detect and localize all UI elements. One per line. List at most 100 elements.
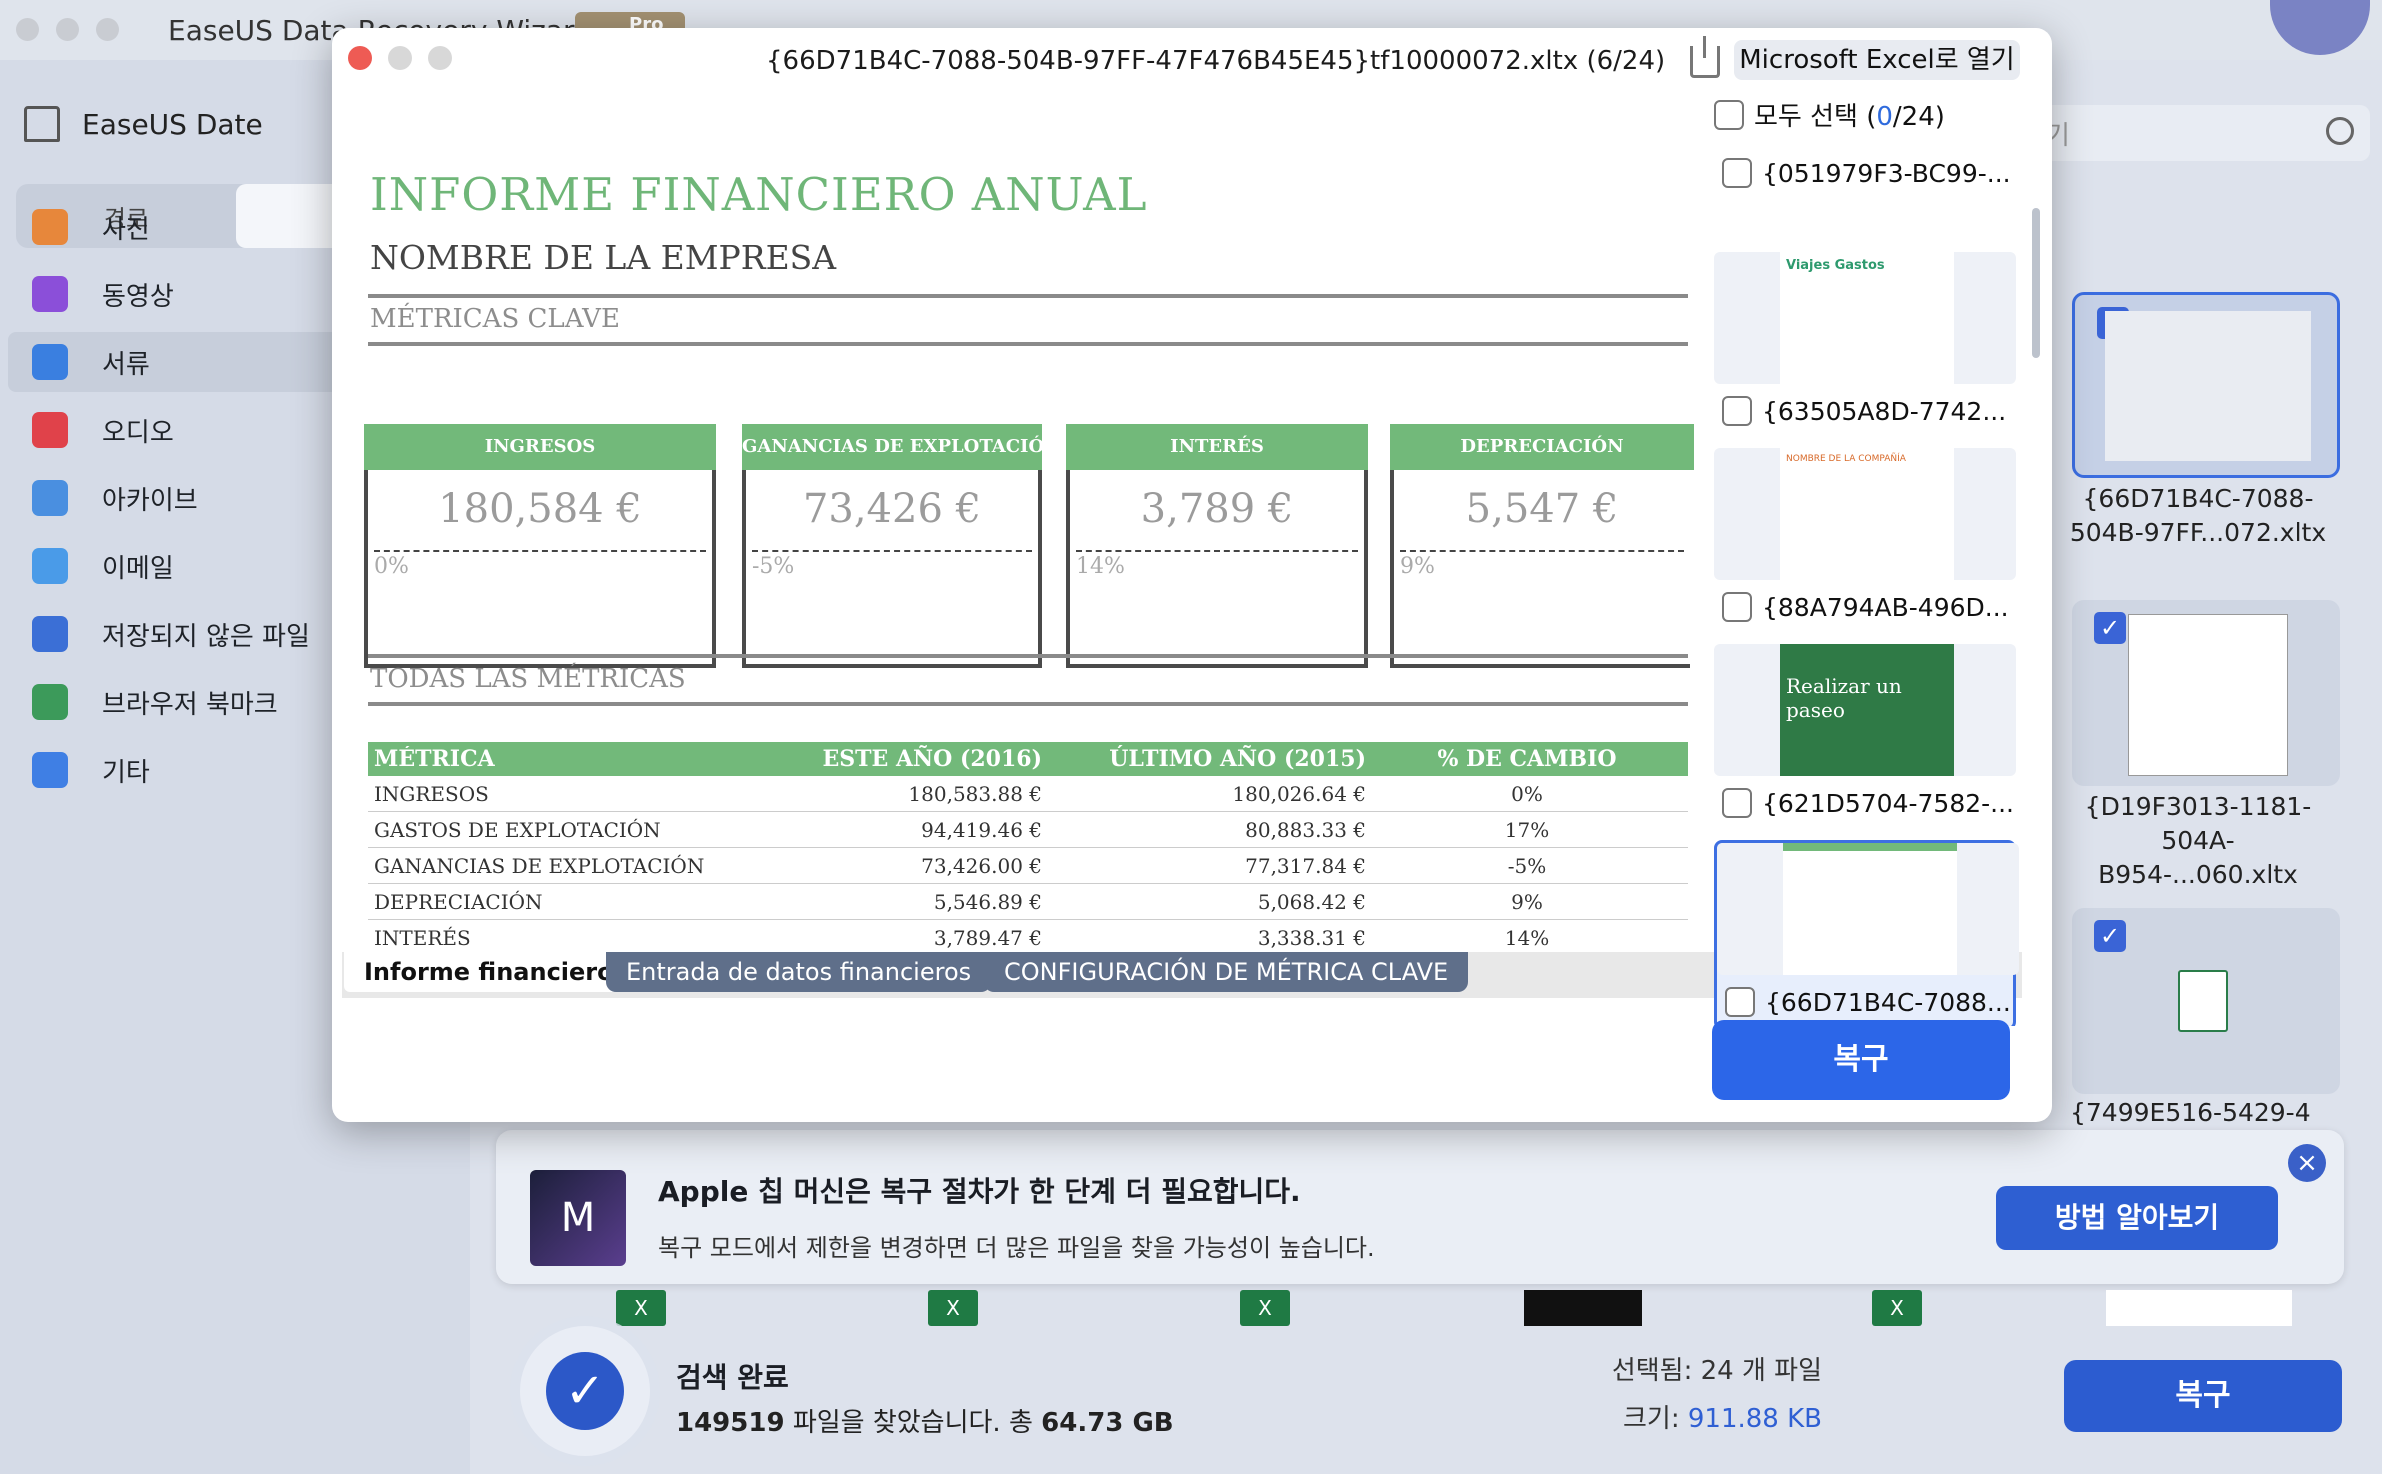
table-cell: -5% (1507, 853, 1547, 878)
thumbnail-item[interactable]: Realizar un paseo {621D5704-7582-... (1714, 644, 2016, 834)
sheet-tab[interactable]: Entrada de datos financieros (606, 952, 992, 992)
thumbnail-checkbox[interactable] (1722, 788, 1752, 818)
checked-icon[interactable]: ✓ (2094, 612, 2126, 644)
file-tile-name: {7499E516-5429-4 (2070, 1098, 2311, 1127)
status-footer: ✓ 검색 완료 149519 파일을 찾았습니다. 총 64.73 GB 선택됨… (470, 1326, 2382, 1474)
thumbnail-label[interactable]: {051979F3-BC99-... (1722, 158, 2011, 188)
thumbnail-label[interactable]: {63505A8D-7742... (1722, 396, 2006, 426)
document-thumbnail (2106, 1290, 2292, 1326)
divider (374, 550, 706, 552)
file-tile[interactable]: ✓ (2072, 600, 2340, 786)
scan-summary: 149519 파일을 찾았습니다. 총 64.73 GB (676, 1402, 1174, 1439)
category-label: 이메일 (102, 553, 174, 584)
excel-icon: X (616, 1290, 666, 1326)
category-icon (32, 480, 68, 516)
file-tile[interactable]: ✓ (2072, 908, 2340, 1094)
divider (368, 654, 1688, 658)
all-metrics-heading: TODAS LAS MÉTRICAS (370, 664, 686, 694)
modal-recover-button[interactable]: 복구 (1712, 1020, 2010, 1100)
thumbnail-preview-text: NOMBRE DE LA COMPAÑÍA (1780, 448, 1954, 580)
category-label: 기타 (102, 757, 150, 788)
modal-minimize-button[interactable] (388, 46, 412, 70)
mascot-icon[interactable] (2270, 0, 2370, 55)
table-cell: 14% (1504, 925, 1550, 950)
select-all-checkbox[interactable] (1714, 99, 1744, 130)
file-tile[interactable]: ✓ (2072, 292, 2340, 478)
thumbnail-checkbox[interactable] (1722, 592, 1752, 622)
metric-card-label: DEPRECIACIÓN (1390, 424, 1694, 470)
table-row: GANANCIAS DE EXPLOTACIÓN 73,426.00 € 77,31… (368, 848, 1688, 884)
checked-icon[interactable]: ✓ (2094, 920, 2126, 952)
selected-summary: 선택됨: 24 개 파일 (1612, 1350, 1822, 1387)
table-cell: INTERÉS (374, 925, 471, 950)
thumbnail-image (1717, 843, 2019, 975)
sheet-tab[interactable]: CONFIGURACIÓN DE MÉTRICA CLAVE (984, 952, 1469, 992)
table-cell: 180,583.88 € (908, 781, 1042, 806)
search-icon[interactable] (2326, 117, 2354, 145)
share-icon[interactable] (1690, 36, 1720, 78)
thumbnail-label[interactable]: {66D71B4C-7088... (1725, 987, 2011, 1017)
thumbnail-label[interactable]: {621D5704-7582-... (1722, 788, 2014, 818)
found-text: 파일을 찾았습니다. 총 (792, 1408, 1033, 1438)
category-label: 아카이브 (102, 485, 198, 516)
excel-icon: X (1872, 1290, 1922, 1326)
dark-thumbnail (1524, 1290, 1642, 1326)
size-value: 911.88 KB (1687, 1404, 1822, 1434)
excel-file-icon (2178, 970, 2228, 1032)
thumbnail-label[interactable]: {88A794AB-496D... (1722, 592, 2009, 622)
category-label: 동영상 (102, 281, 174, 312)
select-all-label: 모두 선택 (0/24) (1754, 102, 1945, 132)
selected-value: 24 개 파일 (1700, 1356, 1822, 1386)
check-icon: ✓ (546, 1352, 624, 1430)
file-tile-name: {D19F3013-1181-504A-B954-...060.xltx (2084, 792, 2312, 889)
thumbnail-item[interactable]: Viajes Gastos {63505A8D-7742... (1714, 252, 2016, 442)
divider (368, 342, 1688, 346)
modal-zoom-button[interactable] (428, 46, 452, 70)
category-icon (32, 752, 68, 788)
thumbnail-item[interactable]: {051979F3-BC99-... (1714, 146, 2016, 206)
modal-close-button[interactable] (348, 46, 372, 70)
key-metrics-heading: MÉTRICAS CLAVE (370, 304, 620, 334)
thumbnail-checkbox[interactable] (1725, 987, 1755, 1017)
file-thumbnail (2128, 614, 2288, 776)
table-cell: INGRESOS (374, 781, 489, 806)
thumbnail-scrollbar[interactable] (2032, 208, 2040, 358)
window-close-button[interactable] (16, 18, 39, 41)
metric-card-change: -5% (752, 554, 795, 579)
thumbnail-preview-text: Viajes Gastos (1780, 252, 1954, 384)
divider (1400, 550, 1684, 552)
divider (752, 550, 1032, 552)
banner-title: Apple 칩 머신은 복구 절차가 한 단계 더 필요합니다. (658, 1175, 1301, 1208)
column-header: % DE CAMBIO (1437, 746, 1617, 772)
metric-card-change: 0% (374, 554, 409, 579)
table-cell: 3,789.47 € (933, 925, 1042, 950)
metric-card-value: 5,547 € (1465, 486, 1619, 532)
window-minimize-button[interactable] (56, 18, 79, 41)
table-header: MÉTRICA ESTE AÑO (2016) ÚLTIMO AÑO (2015… (368, 742, 1688, 776)
thumbnail-item[interactable]: NOMBRE DE LA COMPAÑÍA {88A794AB-496D... (1714, 448, 2016, 638)
category-icon (32, 209, 68, 245)
thumbnail-page (1783, 843, 1957, 975)
recover-button[interactable]: 복구 (2064, 1360, 2342, 1432)
sheet-tab[interactable]: Informe financiero (344, 952, 634, 992)
thumbnail-checkbox[interactable] (1722, 396, 1752, 426)
table-cell: 77,317.84 € (1245, 853, 1366, 878)
learn-how-button[interactable]: 방법 알아보기 (1996, 1186, 2278, 1250)
metric-card-value: 3,789 € (1140, 486, 1294, 532)
divider (368, 702, 1688, 706)
thumbnail-item-selected[interactable]: {66D71B4C-7088... (1714, 840, 2019, 1026)
category-icon (32, 412, 68, 448)
select-all-row[interactable]: 모두 선택 (0/24) (1714, 96, 1945, 133)
open-in-excel-button[interactable]: Microsoft Excel로 열기 (1734, 40, 2020, 80)
table-cell: 73,426.00 € (921, 853, 1042, 878)
banner-close-icon[interactable]: × (2288, 1144, 2326, 1182)
home-row[interactable]: EaseUS Date (24, 106, 263, 142)
table-cell: 9% (1511, 889, 1543, 914)
metric-card-label: INGRESOS (364, 424, 716, 470)
home-icon (24, 106, 60, 142)
thumbnail-checkbox[interactable] (1722, 158, 1752, 188)
table-cell: GASTOS DE EXPLOTACIÓN (374, 817, 661, 842)
excel-icon: X (928, 1290, 978, 1326)
excel-icon: X (1240, 1290, 1290, 1326)
window-zoom-button[interactable] (96, 18, 119, 41)
